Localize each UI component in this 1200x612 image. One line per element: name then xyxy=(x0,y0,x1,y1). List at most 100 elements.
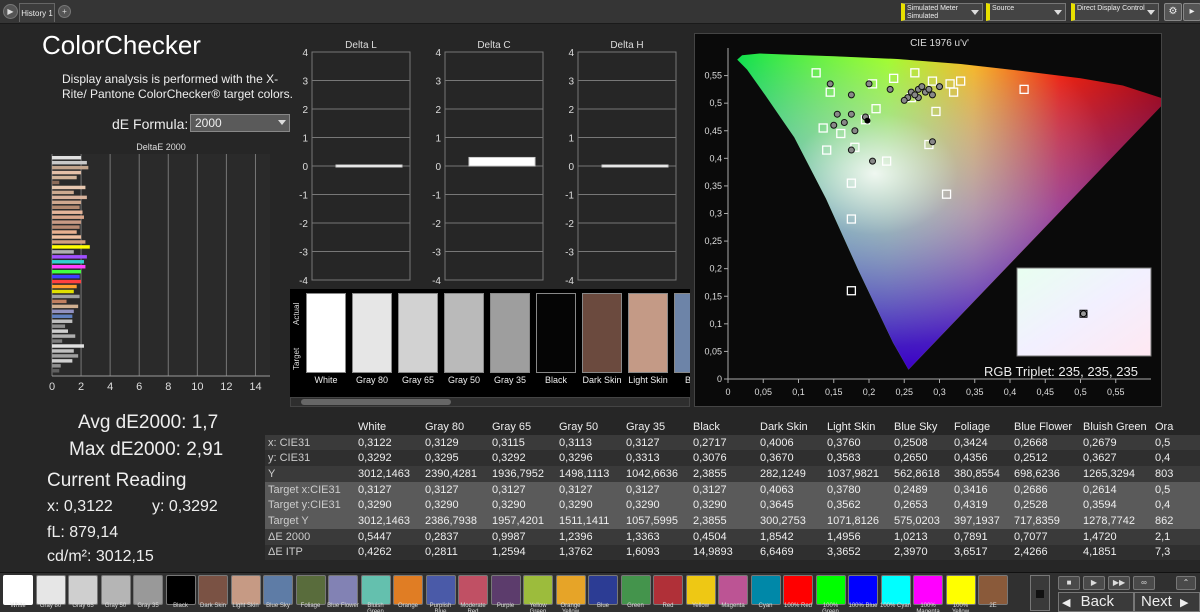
skip-icon[interactable]: ▶▶ xyxy=(1108,576,1130,590)
table-cell: 0,2837 xyxy=(422,528,489,545)
table-cell: 0,2614 xyxy=(1080,481,1152,498)
table-cell: 0,2653 xyxy=(891,497,951,514)
color-swatch[interactable] xyxy=(360,575,391,605)
color-swatch[interactable] xyxy=(328,575,358,605)
measured-marker xyxy=(928,91,936,99)
bar xyxy=(52,289,74,294)
color-swatch[interactable] xyxy=(198,575,228,605)
color-swatch[interactable] xyxy=(458,575,488,605)
color-swatch[interactable] xyxy=(393,575,423,605)
color-swatch[interactable] xyxy=(783,575,813,605)
bar xyxy=(52,245,90,249)
preview-scrollbar[interactable] xyxy=(290,397,690,407)
color-swatch[interactable] xyxy=(880,575,911,605)
table-cell: 562,8618 xyxy=(891,466,951,482)
color-swatch[interactable] xyxy=(523,575,553,605)
color-swatch[interactable] xyxy=(945,575,976,605)
color-swatch[interactable] xyxy=(555,575,586,605)
color-swatch[interactable] xyxy=(425,575,456,605)
table-cell: 1037,9821 xyxy=(824,466,891,482)
preview-patch-label: Blue xyxy=(684,375,690,385)
menu-icon[interactable]: ▸ xyxy=(1183,3,1200,21)
table-cell: 2,4266 xyxy=(1011,544,1080,561)
tab-history-1[interactable]: History 1 xyxy=(19,3,55,22)
preview-patch-label: Gray 35 xyxy=(493,375,526,385)
stop-button[interactable] xyxy=(1030,575,1050,611)
page-description: Display analysis is performed with the X… xyxy=(62,72,293,101)
play-icon[interactable]: ▶ xyxy=(3,4,18,19)
color-swatch[interactable] xyxy=(3,575,33,605)
source-dropdown[interactable]: Source xyxy=(986,3,1066,21)
table-cell: 0,3760 xyxy=(824,434,891,451)
color-swatch[interactable] xyxy=(490,575,521,605)
display-control-dropdown[interactable]: Direct Display Control xyxy=(1071,3,1159,21)
tick-label: 6 xyxy=(136,381,142,393)
tick-label: 0,15 xyxy=(704,291,722,301)
tick-label: 0,1 xyxy=(792,387,805,397)
color-swatch[interactable] xyxy=(978,575,1008,605)
current-y: y: 0,3292 xyxy=(152,498,218,515)
tick-label: 4 xyxy=(302,48,308,59)
color-swatch[interactable] xyxy=(653,575,683,605)
color-swatch[interactable] xyxy=(133,575,163,605)
preview-scrollbar-thumb[interactable] xyxy=(301,399,451,405)
color-swatch[interactable] xyxy=(815,575,846,605)
table-cell: 0,3295 xyxy=(422,450,489,467)
delta-bar xyxy=(335,164,403,168)
bar xyxy=(52,160,87,165)
table-cell: 698,6236 xyxy=(1011,466,1080,482)
settings-gear-icon[interactable]: ⚙ xyxy=(1164,3,1182,21)
next-button[interactable]: Next ▶ xyxy=(1134,592,1200,612)
table-cell: 6,6469 xyxy=(757,544,824,561)
tick-label: 0,5 xyxy=(709,98,722,108)
color-swatch[interactable] xyxy=(263,575,293,605)
table-cell: 862 xyxy=(1152,513,1200,529)
delta-bar xyxy=(468,156,536,167)
table-cell: 1,3762 xyxy=(556,544,623,561)
color-swatch[interactable] xyxy=(100,575,131,605)
expand-icon[interactable]: ⌃ xyxy=(1176,576,1196,590)
bar xyxy=(52,215,84,219)
tick-label: -2 xyxy=(432,219,441,230)
prev-icon[interactable]: ■ xyxy=(1058,576,1080,590)
target-marker xyxy=(846,286,857,296)
color-swatch-label: Bluish Green xyxy=(367,603,384,612)
table-row: ΔE 2000 0,5447 0,2837 0,9987 1,2396 1,3363 0,4… xyxy=(265,528,1200,545)
color-swatch[interactable] xyxy=(620,575,651,605)
preview-patch-label: Gray 80 xyxy=(355,375,388,385)
bar xyxy=(52,250,74,254)
color-swatch[interactable] xyxy=(685,575,716,605)
color-swatch[interactable] xyxy=(165,575,196,605)
tick-label: 1 xyxy=(302,134,308,145)
back-button[interactable]: ◀ Back xyxy=(1058,592,1134,612)
bar xyxy=(52,354,79,358)
add-tab-icon[interactable]: + xyxy=(58,5,71,18)
color-swatch[interactable] xyxy=(848,575,878,605)
meter-dropdown[interactable]: Simulated Meter Simulated xyxy=(901,3,983,21)
color-swatch[interactable] xyxy=(750,575,781,605)
color-swatch[interactable] xyxy=(588,575,618,605)
color-swatch[interactable] xyxy=(68,575,98,605)
play-once-icon[interactable]: ▶ xyxy=(1083,576,1105,590)
de-formula-select[interactable]: 2000 xyxy=(190,114,290,132)
bar xyxy=(52,185,86,190)
color-swatch-label: Orange Yellow xyxy=(560,603,581,612)
tick-label: -2 xyxy=(565,219,574,230)
loop-icon[interactable]: ∞ xyxy=(1133,576,1155,590)
color-swatch[interactable] xyxy=(913,575,943,605)
table-cell: 0,9987 xyxy=(489,528,556,545)
color-swatch[interactable] xyxy=(35,575,66,605)
color-swatch[interactable] xyxy=(718,575,748,605)
table-cell: 0,3290 xyxy=(422,497,489,514)
table-cell: 0,4262 xyxy=(355,544,422,561)
tick-label: 0,2 xyxy=(709,264,722,274)
table-row: Target x:CIE31 0,3127 0,3127 0,3127 0,3127 0,… xyxy=(265,481,1200,498)
tick-label: -3 xyxy=(432,248,441,259)
color-swatch[interactable] xyxy=(230,575,261,605)
tick-label: -1 xyxy=(299,191,308,202)
color-swatch[interactable] xyxy=(295,575,326,605)
bar xyxy=(52,230,77,234)
color-swatch-label: 100% Magenta xyxy=(916,603,940,612)
color-swatch-label: Magenta xyxy=(721,603,745,609)
measured-marker xyxy=(851,127,859,135)
